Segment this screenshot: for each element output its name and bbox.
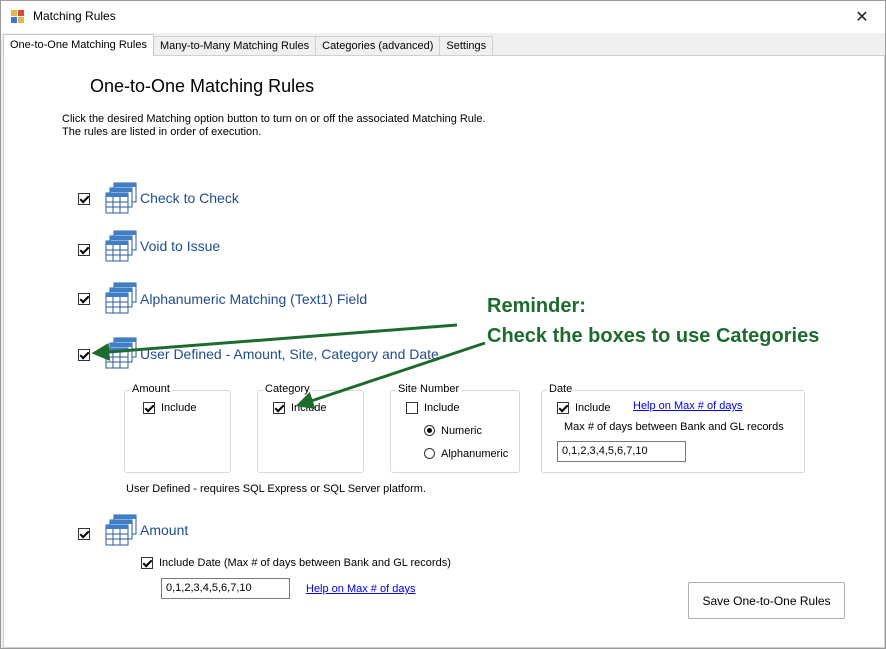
date-group-title: Date	[547, 383, 575, 395]
save-one-to-one-rules-button[interactable]: Save One-to-One Rules	[688, 582, 845, 619]
instructions-line-1: Click the desired Matching option button…	[62, 113, 486, 125]
instructions: Click the desired Matching option button…	[62, 113, 486, 139]
tab-categories[interactable]: Categories (advanced)	[315, 36, 441, 56]
tab-many-to-many[interactable]: Many-to-Many Matching Rules	[152, 36, 317, 56]
app-icon	[11, 10, 24, 23]
title-bar: Matching Rules ✕	[1, 1, 885, 33]
rule-alphanumeric-checkbox[interactable]	[78, 293, 90, 305]
amount-help-link[interactable]: Help on Max # of days	[306, 583, 415, 595]
tab-strip: One-to-One Matching Rules Many-to-Many M…	[3, 34, 494, 56]
amount-include-checkbox[interactable]	[143, 402, 155, 414]
amount-max-days-input[interactable]: 0,1,2,3,4,5,6,7,10	[161, 578, 290, 599]
site-number-group-title: Site Number	[396, 383, 462, 395]
rule-amount-label[interactable]: Amount	[140, 522, 188, 538]
date-help-link[interactable]: Help on Max # of days	[633, 400, 742, 412]
rule-amount-checkbox[interactable]	[78, 528, 90, 540]
reminder-line-2: Check the boxes to use Categories	[487, 325, 820, 347]
page-heading: One-to-One Matching Rules	[90, 76, 315, 96]
amount-group-title: Amount	[130, 383, 172, 395]
site-numeric-radio[interactable]	[424, 425, 435, 436]
category-group-title: Category	[263, 383, 312, 395]
site-include-checkbox[interactable]	[406, 402, 418, 414]
site-include-label[interactable]: Include	[424, 402, 459, 414]
date-include-checkbox[interactable]	[557, 402, 569, 414]
table-icon[interactable]	[105, 182, 137, 214]
site-alphanumeric-radio[interactable]	[424, 448, 435, 459]
rule-check-to-check-label[interactable]: Check to Check	[140, 190, 239, 206]
category-include-label[interactable]: Include	[291, 402, 326, 414]
table-icon[interactable]	[105, 282, 137, 314]
rule-void-to-issue-checkbox[interactable]	[78, 244, 90, 256]
site-alphanumeric-label[interactable]: Alphanumeric	[441, 448, 508, 460]
table-icon[interactable]	[105, 514, 137, 546]
window-title: Matching Rules	[33, 9, 116, 23]
category-include-checkbox[interactable]	[273, 402, 285, 414]
rule-check-to-check-checkbox[interactable]	[78, 193, 90, 205]
date-max-days-input[interactable]: 0,1,2,3,4,5,6,7,10	[557, 441, 686, 462]
amount-include-label[interactable]: Include	[161, 402, 196, 414]
rule-alphanumeric-label[interactable]: Alphanumeric Matching (Text1) Field	[140, 291, 367, 307]
matching-rules-window: Matching Rules ✕ One-to-One Matching Rul…	[0, 0, 886, 649]
tab-settings[interactable]: Settings	[439, 36, 494, 56]
date-max-days-label: Max # of days between Bank and GL record…	[564, 421, 784, 433]
reminder-annotation: Reminder: Check the boxes to use Categor…	[487, 291, 819, 351]
amount-include-date-label[interactable]: Include Date (Max # of days between Bank…	[159, 557, 451, 569]
instructions-line-2: The rules are listed in order of executi…	[62, 126, 262, 138]
rule-void-to-issue-label[interactable]: Void to Issue	[140, 238, 220, 254]
table-icon[interactable]	[105, 337, 137, 369]
table-icon[interactable]	[105, 230, 137, 262]
date-include-label[interactable]: Include	[575, 402, 610, 414]
amount-include-date-checkbox[interactable]	[141, 557, 153, 569]
tab-one-to-one[interactable]: One-to-One Matching Rules	[3, 34, 154, 56]
close-icon[interactable]: ✕	[839, 1, 885, 33]
reminder-line-1: Reminder:	[487, 295, 586, 317]
rule-user-defined-checkbox[interactable]	[78, 349, 90, 361]
site-numeric-label[interactable]: Numeric	[441, 425, 482, 437]
rule-user-defined-label[interactable]: User Defined - Amount, Site, Category an…	[140, 346, 439, 362]
user-defined-note: User Defined - requires SQL Express or S…	[126, 483, 426, 495]
